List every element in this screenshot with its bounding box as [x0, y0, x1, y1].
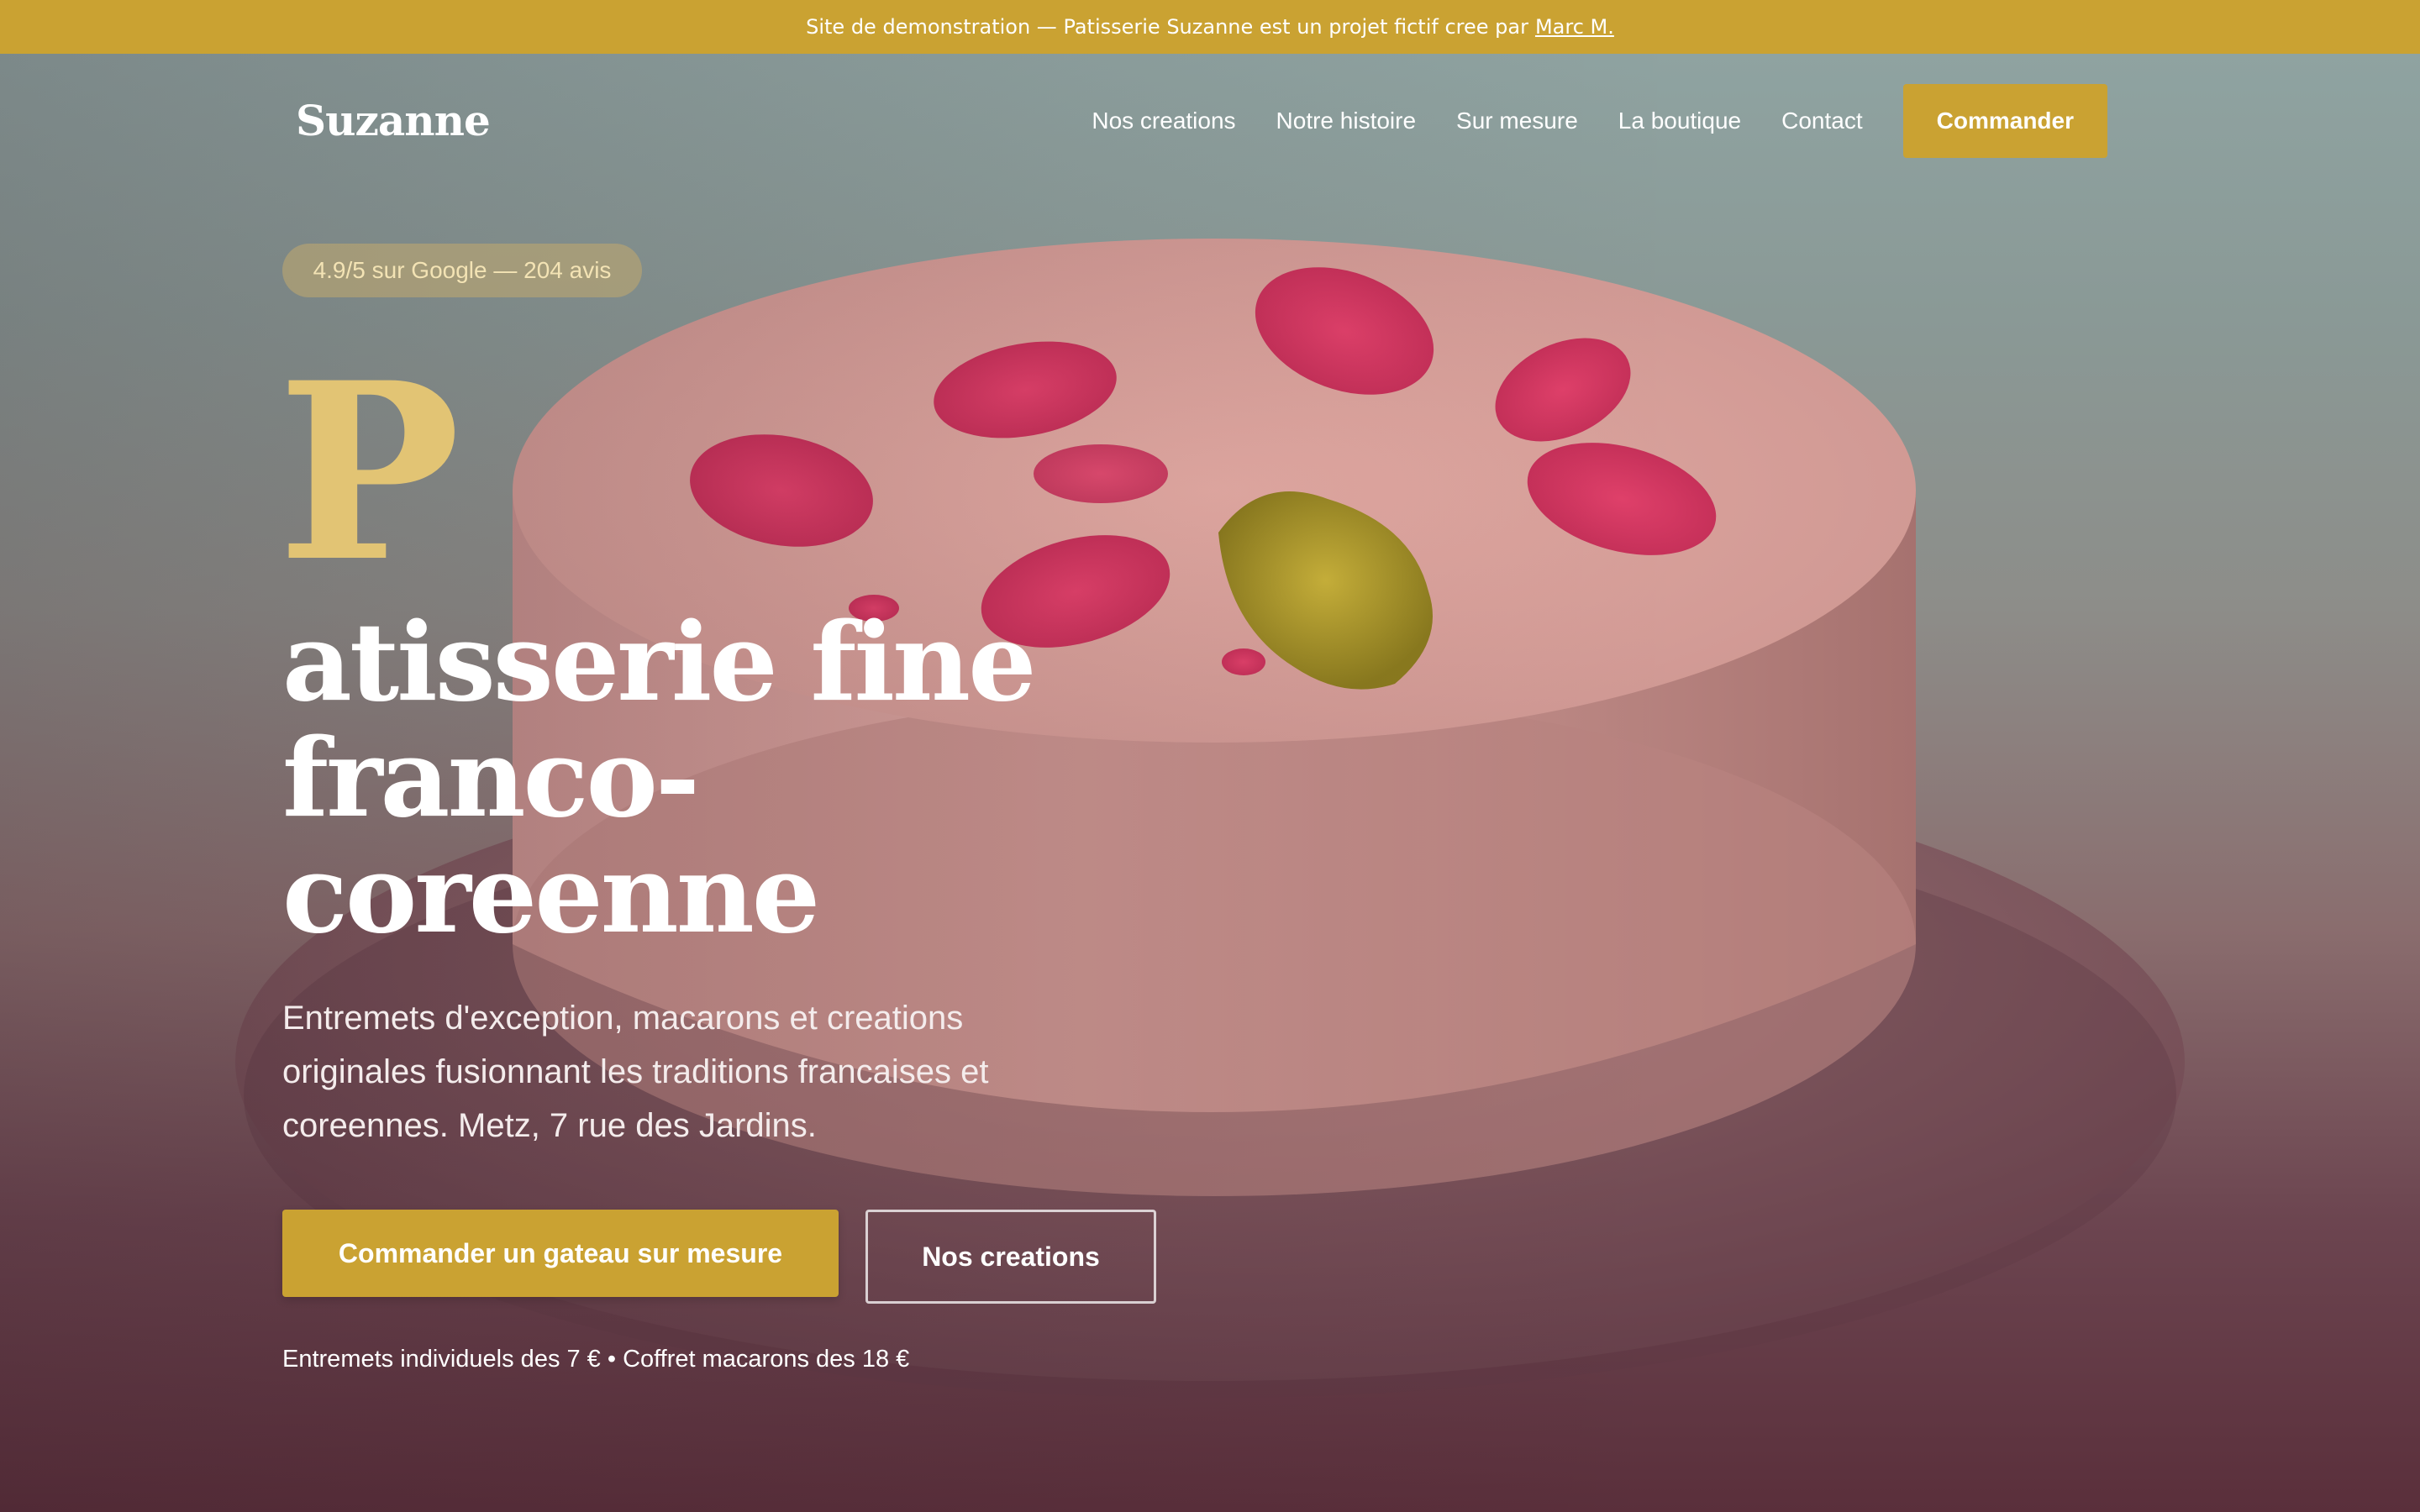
- rating-badge: 4.9/5 sur Google — 204 avis: [282, 244, 642, 297]
- nav-link-la-boutique[interactable]: La boutique: [1618, 108, 1741, 134]
- nav-link-nos-creations[interactable]: Nos creations: [1092, 108, 1235, 134]
- order-button[interactable]: Commander: [1902, 84, 2107, 158]
- brand-logo[interactable]: Suzanne: [296, 96, 491, 145]
- demo-banner-text: Site de demonstration — Patisserie Suzan…: [806, 15, 1528, 39]
- author-link[interactable]: Marc M.: [1535, 15, 1614, 39]
- nav-link-sur-mesure[interactable]: Sur mesure: [1456, 108, 1578, 134]
- custom-cake-order-button[interactable]: Commander un gateau sur mesure: [282, 1210, 839, 1297]
- nav-link-contact[interactable]: Contact: [1781, 108, 1863, 134]
- nos-creations-button[interactable]: Nos creations: [865, 1210, 1156, 1304]
- nav-link-notre-histoire[interactable]: Notre histoire: [1276, 108, 1417, 134]
- demo-banner: Site de demonstration — Patisserie Suzan…: [0, 0, 2420, 54]
- price-note: Entremets individuels des 7 € • Coffret …: [282, 1346, 910, 1373]
- hero-description: Entremets d'exception, macarons et creat…: [282, 1000, 989, 1144]
- hero-title: atisserie fine franco-coreenne: [282, 600, 1037, 958]
- nav-links: Nos creations Notre histoire Sur mesure …: [1092, 84, 2107, 158]
- hero-title-drop-cap: P: [277, 330, 461, 616]
- main-navigation: Suzanne Nos creations Notre histoire Sur…: [0, 54, 2420, 188]
